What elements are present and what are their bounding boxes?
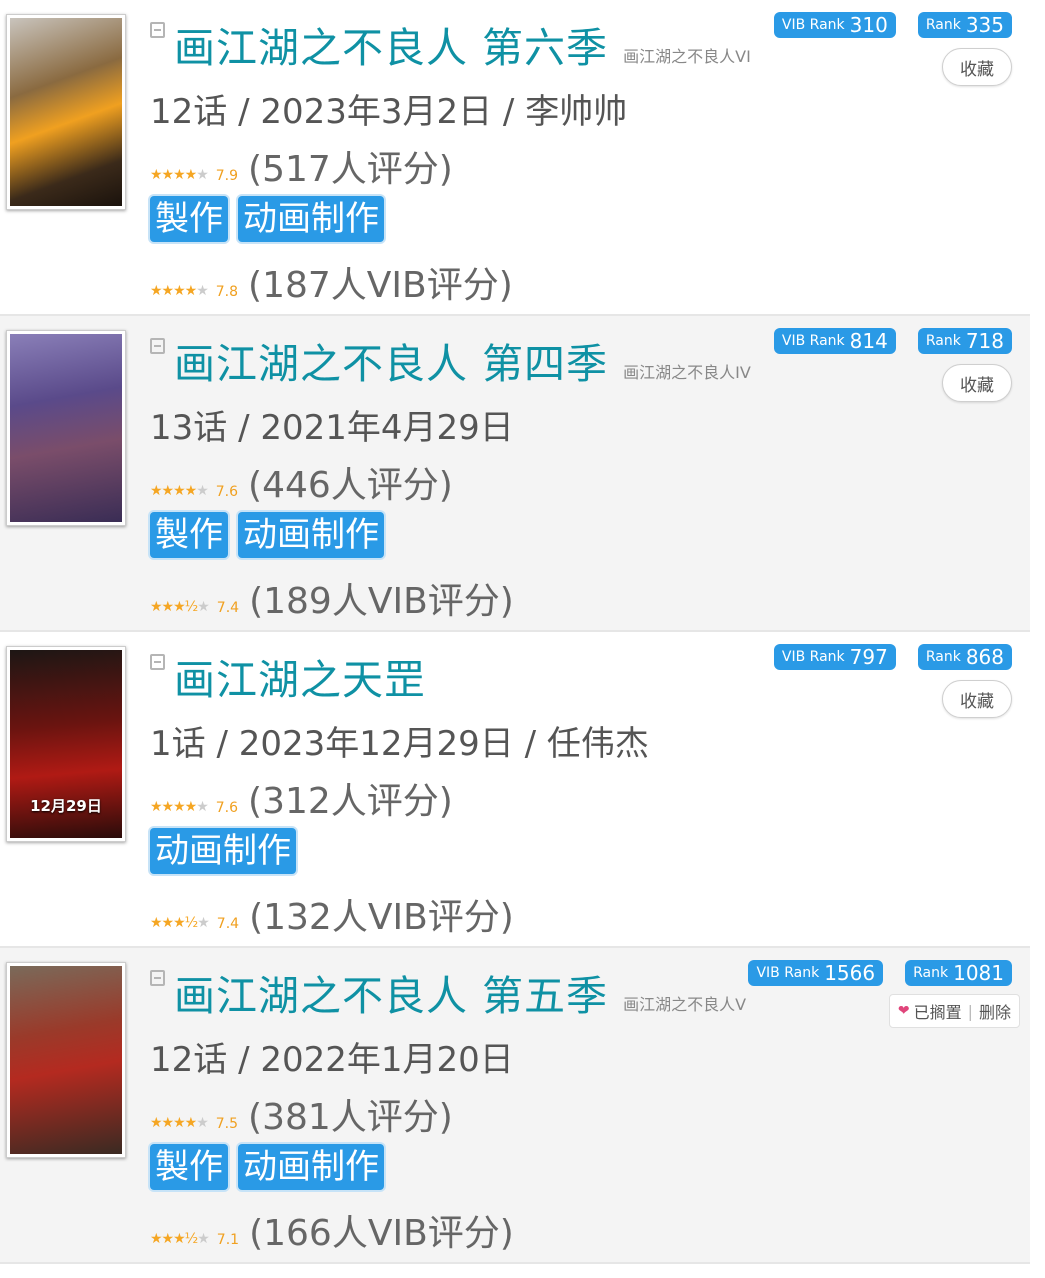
film-icon — [150, 338, 165, 354]
poster-thumbnail[interactable] — [6, 14, 126, 210]
poster-caption: 12月29日 — [30, 797, 102, 815]
item-info: 1话 / 2023年12月29日 / 任伟杰 — [150, 724, 649, 764]
vib-rating: ★★★½★ 7.4 (132人VIB评分) — [150, 898, 514, 938]
item-title[interactable]: 画江湖之不良人 第四季 — [174, 340, 608, 388]
delete-button[interactable]: 删除 — [979, 999, 1011, 1023]
stars-icon: ★★★★★ — [150, 167, 209, 183]
tag[interactable]: 动画制作 — [238, 1144, 384, 1190]
collect-button[interactable]: 收藏 — [942, 680, 1012, 718]
item-title[interactable]: 画江湖之天罡 — [174, 656, 426, 704]
vib-rating: ★★★½★ 7.4 (189人VIB评分) — [150, 582, 514, 622]
rating: ★★★★★ 7.6 (312人评分) — [150, 782, 453, 822]
vib-rating-count: (189人VIB评分) — [249, 581, 514, 622]
list-item: 画江湖之不良人 第五季 画江湖之不良人V 12话 / 2022年1月20日 ★★… — [0, 948, 1030, 1264]
tag-list: 动画制作 — [150, 828, 296, 874]
tag-list: 製作 动画制作 — [150, 196, 384, 242]
list-item: 画江湖之不良人 第六季 画江湖之不良人VI 12话 / 2023年3月2日 / … — [0, 0, 1030, 316]
stars-icon: ★★★½★ — [150, 915, 210, 931]
poster-thumbnail[interactable] — [6, 962, 126, 1158]
poster-image — [10, 966, 122, 1154]
collect-button[interactable]: 收藏 — [942, 48, 1012, 86]
vib-rating-score: 7.4 — [216, 600, 240, 616]
film-icon — [150, 22, 165, 38]
rating-score: 7.6 — [215, 800, 239, 816]
rank-badge: Rank 335 — [917, 12, 1012, 38]
rating-score: 7.5 — [215, 1116, 239, 1132]
list-item: 12月29日 画江湖之天罡 1话 / 2023年12月29日 / 任伟杰 ★★★… — [0, 632, 1030, 948]
stars-icon: ★★★★★ — [150, 799, 209, 815]
vib-rating-score: 7.4 — [216, 916, 240, 932]
divider: | — [967, 1001, 973, 1021]
vib-rank-badge: VIB Rank 814 — [773, 328, 896, 354]
poster-image — [10, 334, 122, 522]
tag[interactable]: 製作 — [150, 1144, 228, 1190]
tag[interactable]: 动画制作 — [238, 512, 384, 558]
film-icon — [150, 970, 165, 986]
rating-count: (312人评分) — [248, 781, 453, 822]
shelved-status: ❤ 已搁置 | 删除 — [888, 994, 1020, 1028]
item-subtitle: 画江湖之不良人VI — [623, 47, 751, 66]
rating-score: 7.6 — [215, 484, 239, 500]
poster-image — [10, 18, 122, 206]
rating-count: (381人评分) — [248, 1097, 453, 1138]
vib-rating-score: 7.8 — [215, 284, 239, 300]
vib-rating-count: (166人VIB评分) — [249, 1213, 514, 1254]
rank-badge: Rank 868 — [917, 644, 1012, 670]
heart-icon: ❤ — [897, 1003, 910, 1019]
rating-count: (517人评分) — [248, 149, 453, 190]
tag-list: 製作 动画制作 — [150, 1144, 384, 1190]
vib-rank-badge: VIB Rank 1566 — [748, 960, 884, 986]
item-title[interactable]: 画江湖之不良人 第六季 — [174, 24, 608, 72]
rating: ★★★★★ 7.9 (517人评分) — [150, 150, 453, 190]
stars-icon: ★★★★★ — [150, 283, 209, 299]
rank-badge: Rank 1081 — [905, 960, 1012, 986]
poster-thumbnail[interactable] — [6, 330, 126, 526]
collect-button[interactable]: 收藏 — [942, 364, 1012, 402]
rating-score: 7.9 — [215, 168, 239, 184]
item-info: 12话 / 2023年3月2日 / 李帅帅 — [150, 92, 628, 132]
tag-list: 製作 动画制作 — [150, 512, 384, 558]
tag[interactable]: 製作 — [150, 512, 228, 558]
tag[interactable]: 製作 — [150, 196, 228, 242]
vib-rating: ★★★½★ 7.1 (166人VIB评分) — [150, 1214, 514, 1254]
rating: ★★★★★ 7.6 (446人评分) — [150, 466, 453, 506]
vib-rating-count: (187人VIB评分) — [248, 265, 513, 306]
stars-icon: ★★★★★ — [150, 483, 209, 499]
rating-count: (446人评分) — [248, 465, 453, 506]
stars-icon: ★★★½★ — [150, 1231, 210, 1247]
list-item: 画江湖之不良人 第四季 画江湖之不良人IV 13话 / 2021年4月29日 ★… — [0, 316, 1030, 632]
tag[interactable]: 动画制作 — [238, 196, 384, 242]
rating: ★★★★★ 7.5 (381人评分) — [150, 1098, 453, 1138]
poster-image: 12月29日 — [10, 650, 122, 838]
tag[interactable]: 动画制作 — [150, 828, 296, 874]
rank-badge: Rank 718 — [917, 328, 1012, 354]
film-icon — [150, 654, 165, 670]
vib-rating: ★★★★★ 7.8 (187人VIB评分) — [150, 266, 513, 306]
item-info: 12话 / 2022年1月20日 — [150, 1040, 514, 1080]
item-subtitle: 画江湖之不良人V — [623, 995, 747, 1014]
item-subtitle: 画江湖之不良人IV — [623, 363, 751, 382]
vib-rank-badge: VIB Rank 310 — [773, 12, 896, 38]
vib-rank-badge: VIB Rank 797 — [773, 644, 896, 670]
poster-thumbnail[interactable]: 12月29日 — [6, 646, 126, 842]
stars-icon: ★★★★★ — [150, 1115, 209, 1131]
vib-rating-count: (132人VIB评分) — [249, 897, 514, 938]
subject-list: 画江湖之不良人 第六季 画江湖之不良人VI 12话 / 2023年3月2日 / … — [0, 0, 1030, 1264]
stars-icon: ★★★½★ — [150, 599, 210, 615]
vib-rating-score: 7.1 — [216, 1232, 240, 1248]
shelved-button[interactable]: 已搁置 — [914, 999, 962, 1023]
item-info: 13话 / 2021年4月29日 — [150, 408, 514, 448]
item-title[interactable]: 画江湖之不良人 第五季 — [174, 972, 608, 1020]
